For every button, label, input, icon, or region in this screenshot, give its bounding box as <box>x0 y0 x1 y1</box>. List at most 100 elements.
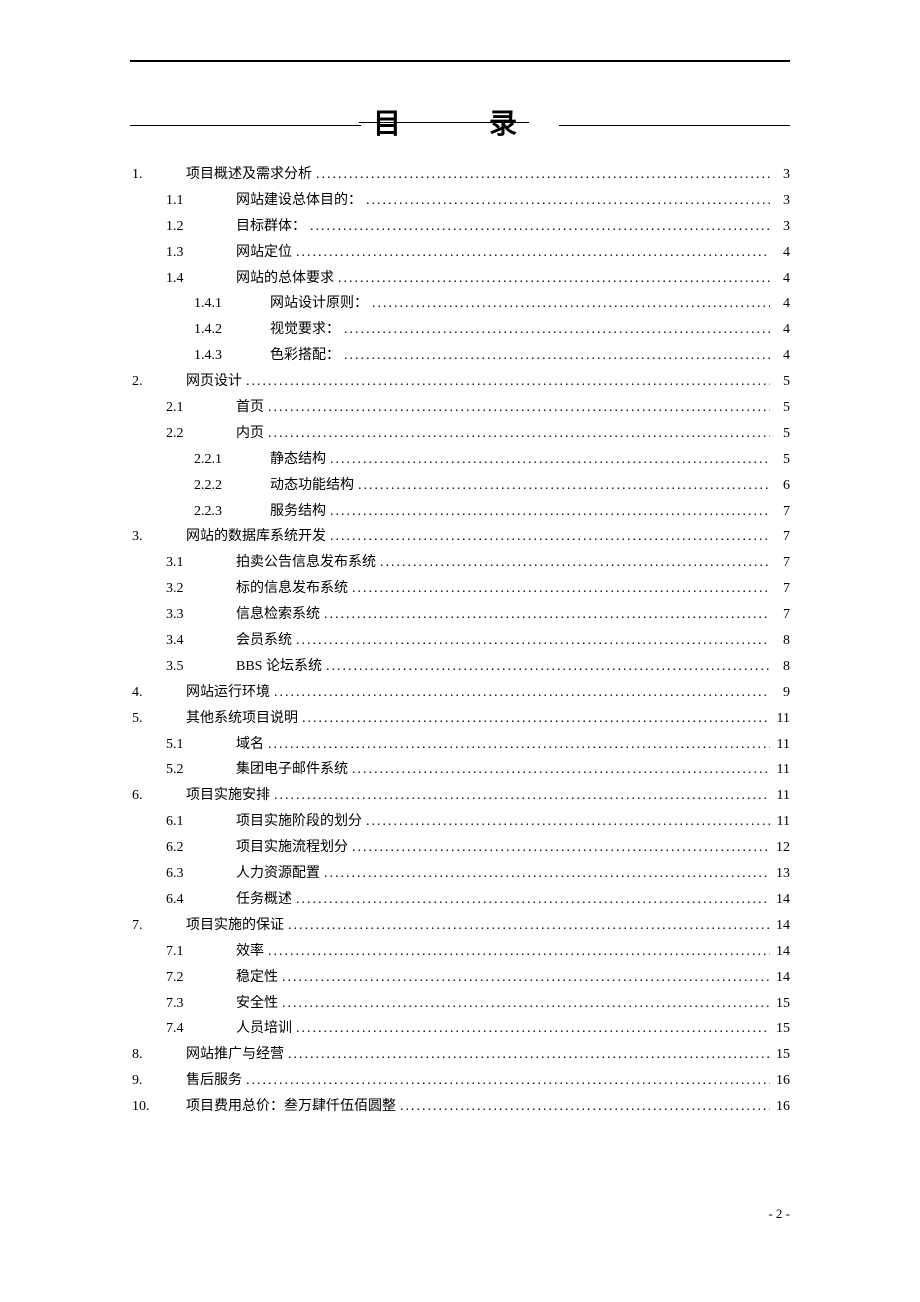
toc-leader-dots <box>320 602 770 628</box>
toc-entry-number: 3.5 <box>166 654 236 680</box>
toc-entry-number: 2.2.1 <box>194 447 270 473</box>
toc-entry-label: 信息检索系统 <box>236 602 320 628</box>
toc-entry-label: 网站设计原则： <box>270 291 368 317</box>
toc-entry: 7.4人员培训15 <box>130 1016 790 1042</box>
toc-entry-label: 视觉要求： <box>270 317 340 343</box>
toc-entry-page: 7 <box>770 602 790 628</box>
toc-entry-page: 11 <box>770 809 790 835</box>
toc-entry-page: 7 <box>770 499 790 525</box>
toc-entry-page: 4 <box>770 240 790 266</box>
toc-entry-page: 7 <box>770 550 790 576</box>
toc-leader-dots <box>348 835 770 861</box>
toc-leader-dots <box>264 421 770 447</box>
toc-entry-number: 2.2.2 <box>194 473 270 499</box>
toc-entry-label: 项目实施流程划分 <box>236 835 348 861</box>
toc-entry-number: 5.1 <box>166 732 236 758</box>
toc-entry-label: 集团电子邮件系统 <box>236 757 348 783</box>
toc-entry-number: 7.3 <box>166 991 236 1017</box>
toc-entry-number: 6.1 <box>166 809 236 835</box>
toc-entry: 1.1网站建设总体目的：3 <box>130 188 790 214</box>
page-number-footer: - 2 - <box>768 1206 790 1222</box>
toc-entry-number: 6. <box>130 783 186 809</box>
toc-leader-dots <box>264 732 770 758</box>
toc-leader-dots <box>242 369 770 395</box>
toc-entry-page: 8 <box>770 654 790 680</box>
toc-entry-label: 拍卖公告信息发布系统 <box>236 550 376 576</box>
toc-leader-dots <box>362 188 770 214</box>
toc-leader-dots <box>334 266 770 292</box>
toc-entry-number: 1.4 <box>166 266 236 292</box>
toc-entry-page: 14 <box>770 887 790 913</box>
toc-entry-page: 11 <box>770 783 790 809</box>
toc-entry-label: 项目实施安排 <box>186 783 270 809</box>
toc-leader-dots <box>278 965 770 991</box>
toc-entry-number: 3.3 <box>166 602 236 628</box>
toc-entry-page: 16 <box>770 1068 790 1094</box>
toc-entry-number: 8. <box>130 1042 186 1068</box>
toc-entry: 4.网站运行环境9 <box>130 680 790 706</box>
toc-entry: 1.项目概述及需求分析3 <box>130 162 790 188</box>
toc-entry-label: 效率 <box>236 939 264 965</box>
toc-entry-label: 网站建设总体目的： <box>236 188 362 214</box>
toc-leader-dots <box>348 757 770 783</box>
toc-entry: 7.项目实施的保证14 <box>130 913 790 939</box>
toc-entry-number: 6.4 <box>166 887 236 913</box>
toc-entry: 3.3信息检索系统 7 <box>130 602 790 628</box>
toc-entry: 7.3安全性15 <box>130 991 790 1017</box>
top-horizontal-rule <box>130 60 790 62</box>
toc-entry-number: 4. <box>130 680 186 706</box>
toc-leader-dots <box>376 550 770 576</box>
toc-leader-dots <box>322 654 770 680</box>
toc-entry-page: 7 <box>770 576 790 602</box>
toc-entry-page: 11 <box>770 706 790 732</box>
toc-entry: 1.3网站定位4 <box>130 240 790 266</box>
toc-heading: 目 录 <box>369 102 551 142</box>
toc-entry: 6.项目实施安排 11 <box>130 783 790 809</box>
toc-entry: 5.2集团电子邮件系统11 <box>130 757 790 783</box>
toc-entry-number: 1.2 <box>166 214 236 240</box>
toc-leader-dots <box>278 991 770 1017</box>
toc-entry: 3.5BBS 论坛系统8 <box>130 654 790 680</box>
toc-entry-label: 项目实施的保证 <box>186 913 284 939</box>
toc-leader-dots <box>340 343 770 369</box>
toc-leader-dots <box>362 809 770 835</box>
toc-entry: 1.2目标群体：3 <box>130 214 790 240</box>
toc-leader-dots <box>348 576 770 602</box>
toc-entry-label: 其他系统项目说明 <box>186 706 298 732</box>
toc-heading-wrapper: 目 录 <box>130 102 790 142</box>
toc-leader-dots <box>320 861 770 887</box>
toc-entry-number: 9. <box>130 1068 186 1094</box>
heading-strike-line <box>359 122 529 123</box>
toc-entry-page: 4 <box>770 343 790 369</box>
toc-entry: 2.2.3服务结构7 <box>130 499 790 525</box>
toc-entry-label: 稳定性 <box>236 965 278 991</box>
toc-entry-number: 10. <box>130 1094 186 1120</box>
toc-entry-number: 3.4 <box>166 628 236 654</box>
toc-entry: 2.1首页5 <box>130 395 790 421</box>
toc-leader-dots <box>292 887 770 913</box>
toc-entry-number: 7.4 <box>166 1016 236 1042</box>
toc-entry: 9.售后服务16 <box>130 1068 790 1094</box>
toc-leader-dots <box>264 395 770 421</box>
toc-entry-page: 6 <box>770 473 790 499</box>
toc-entry: 6.2项目实施流程划分12 <box>130 835 790 861</box>
toc-entry-label: 内页 <box>236 421 264 447</box>
document-page: 目 录 1.项目概述及需求分析31.1网站建设总体目的：31.2目标群体：31.… <box>0 0 920 1302</box>
toc-entry: 2.网页设计5 <box>130 369 790 395</box>
toc-entry-page: 8 <box>770 628 790 654</box>
toc-entry-page: 4 <box>770 266 790 292</box>
toc-entry-label: 项目费用总价：叁万肆仟伍佰圆整 <box>186 1094 396 1120</box>
toc-entry-number: 1.4.1 <box>194 291 270 317</box>
toc-entry-label: 网站推广与经营 <box>186 1042 284 1068</box>
toc-leader-dots <box>270 680 770 706</box>
toc-entry: 10.项目费用总价：叁万肆仟伍佰圆整16 <box>130 1094 790 1120</box>
toc-entry-label: 安全性 <box>236 991 278 1017</box>
toc-leader-dots <box>292 1016 770 1042</box>
toc-leader-dots <box>326 524 770 550</box>
toc-entry-label: 标的信息发布系统 <box>236 576 348 602</box>
toc-entry-number: 2.2 <box>166 421 236 447</box>
toc-entry-number: 1. <box>130 162 186 188</box>
toc-entry-number: 2.2.3 <box>194 499 270 525</box>
toc-entry-label: 会员系统 <box>236 628 292 654</box>
heading-rule-left <box>130 125 361 126</box>
